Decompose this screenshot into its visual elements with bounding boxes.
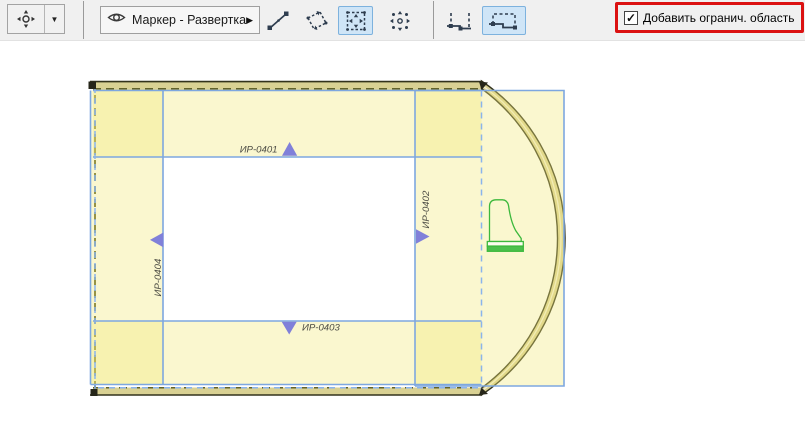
closed-polyline-icon [486,9,522,33]
marker-type-label: Маркер - Развертка [132,13,246,27]
add-limit-area-checkbox[interactable]: ✓ [624,11,638,25]
add-limit-area-label[interactable]: Добавить огранич. область [643,11,794,25]
tool-marquee-single[interactable] [338,6,373,35]
tool-marquee-line[interactable] [261,6,295,35]
app-window: ИР-0401 ИР-0403 ИР-0404 ИР-0402 ▼ [0,0,805,432]
limit-area-left[interactable] [91,91,164,385]
marker-label-bottom[interactable]: ИР-0403 [302,323,340,334]
anchor-position-button[interactable]: ▼ [7,4,65,34]
tool-marquee-point[interactable] [382,6,417,35]
annotation-highlight-box: ✓ Добавить огранич. область [615,2,804,33]
tool-marquee-rotated[interactable] [300,6,334,35]
options-toolbar: ▼ Маркер - Развертка ▶ [0,0,805,41]
toolbar-separator [433,1,434,39]
eye-icon [107,10,126,30]
move-anchor-icon [8,5,44,33]
dropdown-expand-arrow[interactable]: ▶ [246,15,253,26]
marquee-line-icon [265,9,291,33]
elevation-markers[interactable] [150,142,430,335]
marquee-single-icon [343,9,369,33]
anchor-dropdown-arrow[interactable]: ▼ [44,5,64,33]
marker-label-right[interactable]: ИР-0402 [421,190,432,228]
toolbar-separator [83,1,84,39]
open-polyline-icon [444,9,476,33]
tool-boundary-closed[interactable] [482,6,526,35]
marquee-point-icon [387,9,413,33]
tool-boundary-open[interactable] [441,6,479,35]
marquee-rotated-icon [304,9,330,33]
plan-canvas[interactable]: ИР-0401 ИР-0403 ИР-0404 ИР-0402 [0,0,805,432]
marker-label-left[interactable]: ИР-0404 [153,259,164,297]
marker-type-dropdown[interactable]: Маркер - Развертка ▶ [100,6,260,34]
marker-label-top[interactable]: ИР-0401 [240,145,278,156]
